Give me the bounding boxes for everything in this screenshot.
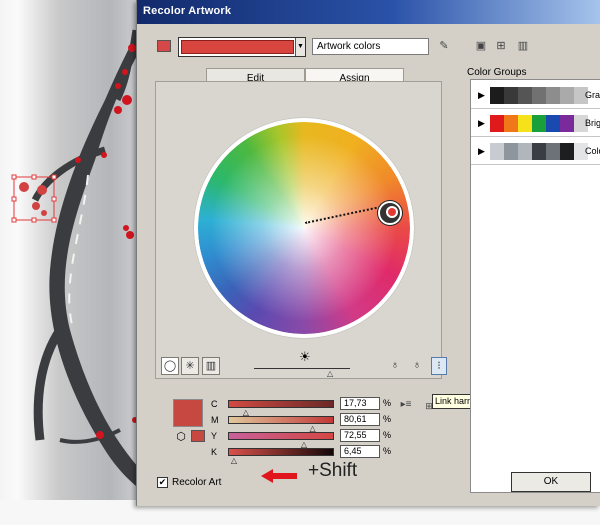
- branch-twig-2: [33, 327, 64, 441]
- yellow-slider[interactable]: [228, 432, 334, 440]
- magenta-slider[interactable]: [228, 416, 334, 424]
- segmented-wheel-icon[interactable]: ✳: [181, 357, 199, 375]
- color-group-row[interactable]: ▶ Colo: [471, 138, 600, 165]
- brightness-slider-thumb[interactable]: △: [327, 370, 333, 378]
- out-of-gamut-swatch[interactable]: [191, 430, 205, 442]
- color-group-swatches: [490, 115, 588, 132]
- edit-panel: ◯ ✳ ▥ ☀ △ ♁ ♁ ⁝: [155, 81, 447, 379]
- color-bars-icon[interactable]: ▥: [202, 357, 220, 375]
- save-group-icon[interactable]: ▣: [473, 38, 489, 54]
- dialog-titlebar[interactable]: Recolor Artwork: [137, 0, 600, 24]
- black-value-field[interactable]: 6,45: [340, 445, 380, 458]
- color-group-swatch: [518, 115, 532, 132]
- color-group-swatch: [560, 87, 574, 104]
- cyan-label: C: [211, 399, 218, 409]
- cyan-unit: %: [383, 398, 392, 408]
- color-group-swatches: [490, 87, 588, 104]
- color-group-swatch: [532, 143, 546, 160]
- dialog-title: Recolor Artwork: [143, 5, 232, 17]
- color-wheel-saturation: [198, 122, 410, 334]
- ok-button[interactable]: OK: [511, 472, 591, 492]
- color-group-swatch: [518, 87, 532, 104]
- remove-color-tool-icon[interactable]: ♁: [408, 357, 426, 375]
- color-group-name: Brig: [585, 118, 600, 128]
- active-color-swatch[interactable]: [173, 399, 203, 427]
- black-label: K: [211, 447, 218, 457]
- gamut-cube-icon[interactable]: ⬡: [174, 430, 188, 444]
- yellow-unit: %: [383, 430, 392, 440]
- color-group-swatches: [490, 143, 588, 160]
- add-color-tool-icon[interactable]: ♁: [386, 357, 404, 375]
- color-group-swatch: [490, 143, 504, 160]
- base-color-handle[interactable]: [378, 201, 402, 225]
- shift-annotation: +Shift: [308, 460, 358, 481]
- color-wheel-surface[interactable]: [198, 122, 410, 334]
- color-group-swatch: [546, 115, 560, 132]
- recolor-art-checkbox[interactable]: ✔: [157, 477, 168, 488]
- cyan-value-field[interactable]: 17,73: [340, 397, 380, 410]
- color-group-swatch: [504, 115, 518, 132]
- yellow-label: Y: [211, 431, 218, 441]
- color-group-swatch: [532, 115, 546, 132]
- color-group-row[interactable]: ▶ Brig: [471, 110, 600, 137]
- color-group-swatch: [490, 87, 504, 104]
- magenta-value-field[interactable]: 80,61: [340, 413, 380, 426]
- color-group-swatch: [560, 115, 574, 132]
- color-mode-menu-icon[interactable]: ▸≡: [398, 397, 414, 413]
- brightness-slider[interactable]: [254, 368, 350, 369]
- black-slider[interactable]: [228, 448, 334, 456]
- recolor-art-label: Recolor Art: [172, 477, 222, 488]
- color-groups-list[interactable]: ▶ Gra ▶ Brig ▶ Colo: [470, 79, 600, 493]
- brightness-icon: ☀: [299, 349, 311, 364]
- expand-triangle-icon[interactable]: ▶: [478, 118, 485, 128]
- current-color-dropdown[interactable]: ▼: [178, 37, 306, 57]
- current-color-swatch[interactable]: [157, 40, 171, 52]
- artwork-name-field[interactable]: Artwork colors: [312, 38, 429, 55]
- base-color-handle-dot: [386, 206, 398, 218]
- recolor-artwork-dialog: Recolor Artwork ▼ Artwork colors ✎ ▣ ⊞ ▥…: [136, 0, 600, 506]
- color-wheel[interactable]: [194, 118, 414, 338]
- smooth-wheel-icon[interactable]: ◯: [161, 357, 179, 375]
- color-group-swatch: [546, 87, 560, 104]
- magenta-unit: %: [383, 414, 392, 424]
- expand-triangle-icon[interactable]: ▶: [478, 90, 485, 100]
- color-group-swatch: [560, 143, 574, 160]
- color-group-swatch: [518, 143, 532, 160]
- color-group-name: Gra: [585, 90, 600, 100]
- color-groups-label: Color Groups: [467, 67, 527, 78]
- trash-icon[interactable]: ▥: [515, 38, 531, 54]
- chevron-down-icon[interactable]: ▼: [295, 38, 305, 56]
- color-group-swatch: [504, 87, 518, 104]
- color-group-name: Colo: [585, 146, 600, 156]
- new-folder-icon[interactable]: ⊞: [493, 38, 509, 54]
- cyan-slider[interactable]: [228, 400, 334, 408]
- color-group-row[interactable]: ▶ Gra: [471, 82, 600, 109]
- link-harmony-icon[interactable]: ⁝: [431, 357, 447, 375]
- color-group-swatch: [532, 87, 546, 104]
- color-group-swatch: [490, 115, 504, 132]
- black-unit: %: [383, 446, 392, 456]
- yellow-value-field[interactable]: 72,55: [340, 429, 380, 442]
- black-slider-thumb[interactable]: △: [231, 457, 237, 465]
- color-group-swatch: [504, 143, 518, 160]
- magenta-label: M: [211, 415, 219, 425]
- current-color-fill: [181, 40, 294, 54]
- annotation-arrow-icon: [261, 469, 297, 483]
- eyedropper-icon[interactable]: ✎: [436, 38, 452, 54]
- expand-triangle-icon[interactable]: ▶: [478, 146, 485, 156]
- color-group-swatch: [546, 143, 560, 160]
